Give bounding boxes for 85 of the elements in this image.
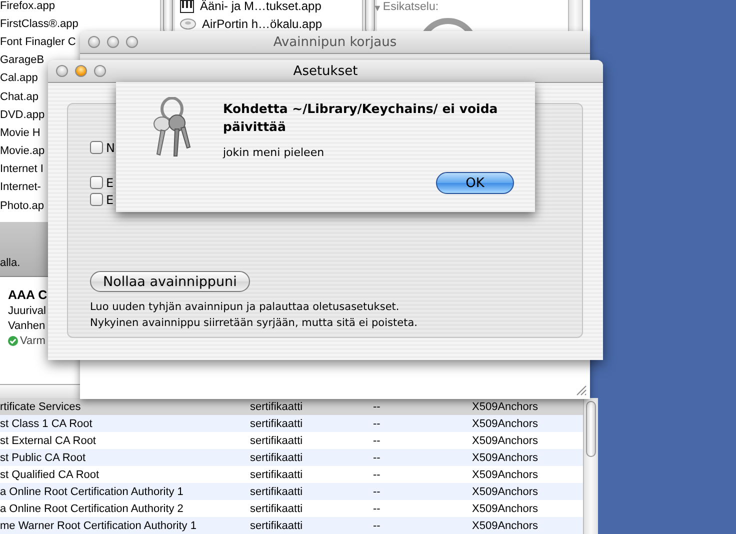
table-cell: X509Anchors (472, 418, 538, 430)
table-cell: -- (373, 502, 380, 514)
table-cell: st Public CA Root (0, 452, 86, 464)
file-name[interactable]: AirPortin h…ökalu.app (202, 18, 322, 31)
reset-description: Luo uuden tyhjän avainnipun ja palauttaa oletusasetukset. Nykyinen avainnippu siirretään syrjään, mutta sitä ei poisteta. (90, 300, 418, 331)
file-name[interactable]: Internet- (0, 181, 41, 194)
table-cell: st Qualified CA Root (0, 468, 100, 480)
alert-message: jokin meni pieleen (223, 146, 326, 159)
file-name[interactable]: Font Finagler C (0, 36, 76, 49)
checkbox[interactable] (90, 176, 103, 189)
table-cell: X509Anchors (472, 434, 538, 446)
certificate-detail: Juurival (8, 305, 47, 317)
file-name[interactable]: Cal.app (0, 72, 38, 86)
certificate-detail: Vanhen (8, 320, 46, 332)
file-name[interactable]: Internet I (0, 163, 44, 176)
zoom-button[interactable] (126, 36, 138, 48)
file-name[interactable]: Movie.ap (0, 145, 45, 158)
table-row[interactable]: me Warner Root Certification Authority 1 sertifikaatti -- X509Anchors (0, 517, 583, 534)
table-cell: rtificate Services (0, 400, 81, 412)
close-button[interactable] (88, 36, 100, 48)
disclosure-triangle[interactable]: ▼ (373, 1, 382, 16)
reset-button[interactable]: Nollaa avainnippuni (90, 271, 250, 292)
table-cell: sertifikaatti (250, 400, 303, 412)
table-row[interactable]: a Online Root Certification Authority 1 sertifikaatti -- X509Anchors (0, 483, 583, 500)
window-title: Avainnipun korjaus (273, 34, 397, 50)
file-name[interactable]: DVD.app (0, 108, 45, 122)
table-cell: X509Anchors (472, 520, 538, 532)
checkbox-label: E (106, 176, 114, 190)
table-cell: -- (373, 468, 380, 480)
table-cell: sertifikaatti (250, 502, 303, 514)
table-row[interactable]: st Class 1 CA Root sertifikaatti -- X509Anchors (0, 415, 583, 432)
table-cell: st Class 1 CA Root (0, 418, 92, 430)
certificate-status: Varm (20, 335, 46, 347)
table-cell: -- (373, 520, 380, 532)
file-name[interactable]: Photo.ap (0, 200, 44, 213)
table-row[interactable]: rtificate Services sertifikaatti -- X509Anchors (0, 398, 583, 415)
checkbox-label: E (106, 192, 114, 206)
title-bar[interactable]: Avainnipun korjaus (80, 31, 590, 54)
table-cell: st External CA Root (0, 434, 96, 446)
title-bar[interactable]: Asetukset (48, 60, 603, 83)
table-cell: X509Anchors (472, 400, 538, 412)
table-cell: X509Anchors (472, 468, 538, 480)
table-cell: -- (373, 434, 380, 446)
scroll-bar[interactable] (568, 0, 583, 31)
check-icon (8, 336, 18, 346)
scroll-bar[interactable] (362, 0, 377, 31)
table-row[interactable]: st Public CA Root sertifikaatti -- X509Anchors (0, 449, 583, 466)
table-cell: X509Anchors (472, 486, 538, 498)
minimize-button[interactable] (107, 36, 119, 48)
resize-grip-icon[interactable] (576, 385, 587, 396)
scroll-bar[interactable] (583, 398, 598, 534)
zoom-button[interactable] (94, 65, 106, 77)
table-cell: me Warner Root Certification Authority 1 (0, 520, 196, 532)
file-name[interactable]: Movie H (0, 126, 40, 140)
minimize-button[interactable] (75, 65, 87, 77)
file-name[interactable]: Chat.ap (0, 90, 39, 104)
disc-icon (180, 18, 196, 30)
window-title: Asetukset (293, 64, 358, 78)
file-name[interactable]: Firefox.app (0, 0, 56, 13)
alert-title: Kohdetta ~/Library/Keychains/ ei voida päivittää (223, 100, 499, 136)
table-cell: sertifikaatti (250, 434, 303, 446)
table-cell: a Online Root Certification Authority 1 (0, 486, 184, 498)
certificate-name: AAA C (8, 288, 48, 302)
table-cell: a Online Root Certification Authority 2 (0, 502, 184, 514)
table-cell: -- (373, 486, 380, 498)
ok-button[interactable]: OK (436, 172, 514, 194)
banner-text: alla. (0, 257, 20, 269)
scroll-bar[interactable] (160, 0, 175, 31)
table-cell: sertifikaatti (250, 418, 303, 430)
file-name[interactable]: FirstClass®.app (0, 18, 78, 31)
table-cell: -- (373, 452, 380, 464)
table-cell: X509Anchors (472, 502, 538, 514)
table-cell: -- (373, 400, 380, 412)
table-cell: -- (373, 418, 380, 430)
file-name[interactable]: GarageB (0, 54, 44, 68)
checkbox-label: N (106, 140, 115, 154)
table-cell: X509Anchors (472, 452, 538, 464)
close-button[interactable] (56, 65, 68, 77)
checkbox[interactable] (90, 193, 103, 206)
table-cell: sertifikaatti (250, 520, 303, 532)
preview-label: Esikatselu: (382, 1, 439, 15)
table-cell: sertifikaatti (250, 486, 303, 498)
table-cell: sertifikaatti (250, 452, 303, 464)
table-cell: sertifikaatti (250, 468, 303, 480)
checkbox[interactable] (90, 141, 103, 154)
